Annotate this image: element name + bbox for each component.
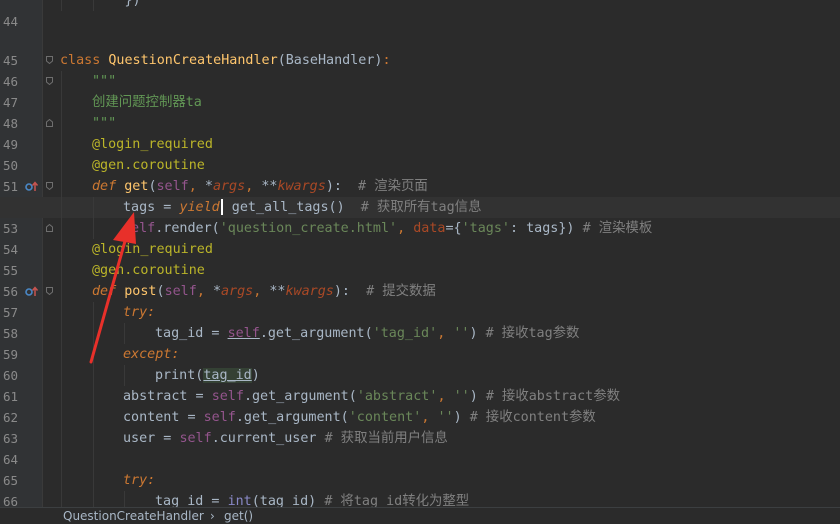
fold-marker-icon[interactable] xyxy=(46,119,53,127)
fold-marker-icon[interactable] xyxy=(46,182,53,190)
indent-guide xyxy=(93,449,94,470)
code-line-46[interactable]: 46 class QuestionCreateHandler(BaseHandl… xyxy=(0,50,840,89)
indent-guide xyxy=(61,92,62,113)
code-line-53[interactable]: 53 tags = yield get_all_tags() # 获取所有tag… xyxy=(0,197,840,236)
fold-marker-icon[interactable] xyxy=(46,77,53,85)
indent-guide xyxy=(93,470,94,491)
breadcrumb: QuestionCreateHandler › get() xyxy=(0,507,840,524)
code-line-66[interactable]: 66 try: xyxy=(0,470,840,507)
code-line-56[interactable]: 56 @gen.coroutine xyxy=(0,260,840,299)
breadcrumb-class[interactable]: QuestionCreateHandler xyxy=(63,509,204,524)
code-text: """ xyxy=(92,116,117,131)
indent-guide xyxy=(61,365,62,386)
indent-guide xyxy=(61,386,62,407)
code-text: abstract = self.get_argument('abstract',… xyxy=(123,389,620,404)
code-line-45[interactable]: 45 xyxy=(0,29,840,68)
text-cursor xyxy=(220,199,223,215)
indent-guide xyxy=(61,407,62,428)
indent-guide xyxy=(93,428,94,449)
code-text: @gen.coroutine xyxy=(92,263,205,278)
breadcrumb-separator: › xyxy=(210,509,215,523)
indent-guide xyxy=(93,197,94,218)
code-text: try: xyxy=(123,305,156,320)
fold-marker-icon[interactable] xyxy=(46,56,53,64)
code-line-59[interactable]: 59 tag_id = self.get_argument('tag_id', … xyxy=(0,323,840,362)
code-text: except: xyxy=(123,347,180,362)
breadcrumb-method[interactable]: get() xyxy=(224,509,253,524)
override-up-arrow-icon[interactable] xyxy=(25,286,39,297)
code-line-54[interactable]: 54 self.render('question_create.html', d… xyxy=(0,218,840,257)
code-text: tags = yield get_all_tags() # 获取所有tag信息 xyxy=(123,199,482,215)
code-line-65[interactable]: 65 xyxy=(0,449,840,488)
code-text: def get(self, *args, **kwargs): # 渲染页面 xyxy=(92,179,428,194)
code-line-64[interactable]: 64 user = self.current_user # 获取当前用户信息 xyxy=(0,428,840,467)
code-line-51[interactable]: 51 @gen.coroutine xyxy=(0,155,840,194)
code-line-47[interactable]: 47 """ xyxy=(0,71,840,110)
code-text: 创建问题控制器ta xyxy=(92,95,202,110)
indent-guide xyxy=(61,218,62,239)
indent-guide xyxy=(61,260,62,281)
indent-guide xyxy=(61,281,62,302)
code-line-58[interactable]: 58 try: xyxy=(0,302,840,341)
override-up-arrow-icon[interactable] xyxy=(25,181,39,192)
indent-guide xyxy=(61,449,62,470)
code-text: def post(self, *args, **kwargs): # 提交数据 xyxy=(92,284,436,299)
indent-guide xyxy=(61,197,62,218)
code-text: self.render('question_create.html', data… xyxy=(123,221,653,236)
indent-guide xyxy=(93,365,94,386)
code-text: try: xyxy=(123,473,156,488)
code-text: @gen.coroutine xyxy=(92,158,205,173)
code-editor[interactable]: 44 }) 45 46 class QuestionCreateHandler(… xyxy=(0,0,840,507)
indent-guide xyxy=(93,386,94,407)
fold-marker-icon[interactable] xyxy=(46,224,53,232)
code-line-48[interactable]: 48 创建问题控制器ta xyxy=(0,92,840,131)
indent-guide xyxy=(61,71,62,92)
code-line-50[interactable]: 50 @login_required xyxy=(0,134,840,173)
code-line-62[interactable]: 62 abstract = self.get_argument('abstrac… xyxy=(0,386,840,425)
code-text: print(tag_id) xyxy=(155,368,260,383)
indent-guide xyxy=(61,134,62,155)
code-line-61[interactable]: 61 print(tag_id) xyxy=(0,365,840,404)
indent-guide xyxy=(61,491,62,507)
indent-guide xyxy=(61,344,62,365)
code-text: tag_id = int(tag_id) # 将tag_id转化为整型 xyxy=(155,494,470,507)
code-line-52[interactable]: 52 def get(self, *args, **kwargs): # 渲染页… xyxy=(0,176,840,215)
indent-guide xyxy=(61,470,62,491)
indent-guide xyxy=(93,218,94,239)
indent-guide xyxy=(124,491,125,507)
indent-guide xyxy=(61,155,62,176)
indent-guide xyxy=(93,491,94,507)
indent-guide xyxy=(61,428,62,449)
code-text: }) xyxy=(60,0,141,8)
code-text: @login_required xyxy=(92,242,213,257)
indent-guide xyxy=(124,323,125,344)
indent-guide xyxy=(93,323,94,344)
indent-guide xyxy=(61,176,62,197)
indent-guide xyxy=(61,302,62,323)
indent-guide xyxy=(93,344,94,365)
indent-guide xyxy=(61,239,62,260)
indent-guide xyxy=(93,407,94,428)
code-line-67[interactable]: 67 tag_id = int(tag_id) # 将tag_id转化为整型 xyxy=(0,491,840,507)
code-text: class QuestionCreateHandler(BaseHandler)… xyxy=(60,53,391,68)
code-text: """ xyxy=(92,74,117,89)
indent-guide xyxy=(61,113,62,134)
indent-guide xyxy=(93,302,94,323)
code-line-57[interactable]: 57 def post(self, *args, **kwargs): # 提交… xyxy=(0,281,840,320)
code-text: content = self.get_argument('content', '… xyxy=(123,410,596,425)
indent-guide xyxy=(124,365,125,386)
code-text: user = self.current_user # 获取当前用户信息 xyxy=(123,431,448,446)
code-line-60[interactable]: 60 except: xyxy=(0,344,840,383)
indent-guide xyxy=(61,323,62,344)
fold-marker-icon[interactable] xyxy=(46,287,53,295)
code-line-63[interactable]: 63 content = self.get_argument('content'… xyxy=(0,407,840,446)
code-text: tag_id = self.get_argument('tag_id', '')… xyxy=(155,326,580,341)
code-line-55[interactable]: 55 @login_required xyxy=(0,239,840,278)
code-text: @login_required xyxy=(92,137,213,152)
code-line-44[interactable]: 44 }) xyxy=(0,0,840,29)
code-line-49[interactable]: 49 """ xyxy=(0,113,840,152)
